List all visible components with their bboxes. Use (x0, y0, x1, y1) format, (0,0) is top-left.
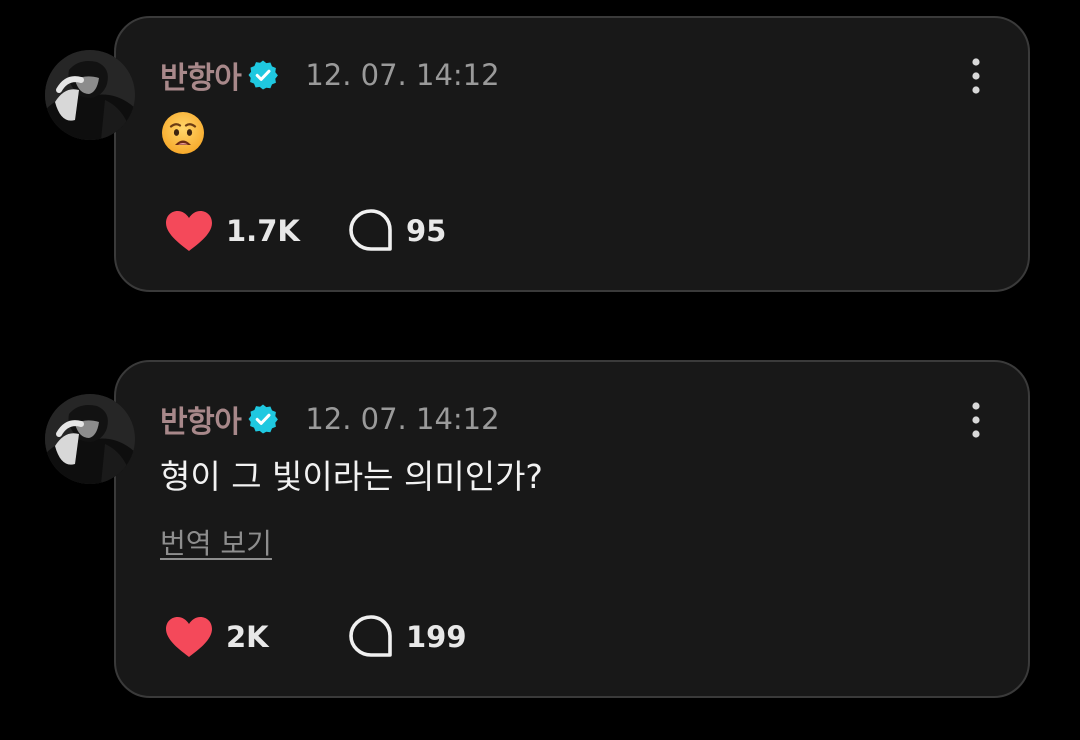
heart-icon (166, 617, 212, 657)
username[interactable]: 반항아 (160, 397, 242, 441)
timestamp: 12. 07. 14:12 (305, 402, 500, 436)
like-button[interactable]: 1.7K (164, 209, 348, 253)
post-actions: 1.7K 95 (164, 206, 446, 256)
avatar[interactable] (45, 394, 135, 484)
heart-icon (166, 211, 212, 251)
reply-count: 199 (406, 620, 467, 654)
more-options-icon[interactable] (968, 56, 984, 96)
username[interactable]: 반항아 (160, 53, 242, 97)
reply-count: 95 (406, 214, 447, 248)
post-actions: 2K 199 (164, 612, 467, 662)
comment-post: 반항아 12. 07. 14:12 형이 그 빛이라는 의미인가? 번역 보기 (0, 360, 1080, 698)
comment-feed: 반항아 12. 07. 14:12 1.7K 95 반항아 12. 07. 14… (0, 0, 1080, 740)
timestamp: 12. 07. 14:12 (305, 58, 500, 92)
like-count: 2K (226, 620, 269, 654)
post-text: 형이 그 빛이라는 의미인가? (160, 457, 543, 496)
post-header: 반항아 12. 07. 14:12 (160, 398, 500, 440)
avatar[interactable] (45, 50, 135, 140)
anguished-face-emoji (160, 110, 206, 156)
reply-bubble-icon (349, 209, 392, 251)
reply-button[interactable]: 199 (348, 614, 467, 660)
like-count: 1.7K (226, 214, 300, 248)
reply-button[interactable]: 95 (348, 208, 446, 254)
comment-card[interactable]: 반항아 12. 07. 14:12 1.7K 95 (114, 16, 1030, 292)
comment-card[interactable]: 반항아 12. 07. 14:12 형이 그 빛이라는 의미인가? 번역 보기 (114, 360, 1030, 698)
more-options-icon[interactable] (968, 400, 984, 440)
verified-badge-icon (247, 403, 279, 435)
comment-post: 반항아 12. 07. 14:12 1.7K 95 (0, 16, 1080, 292)
reply-bubble-icon (349, 615, 392, 657)
post-content (160, 110, 206, 156)
translate-link[interactable]: 번역 보기 (160, 522, 272, 562)
post-header: 반항아 12. 07. 14:12 (160, 54, 500, 96)
like-button[interactable]: 2K (164, 615, 348, 659)
verified-badge-icon (247, 59, 279, 91)
